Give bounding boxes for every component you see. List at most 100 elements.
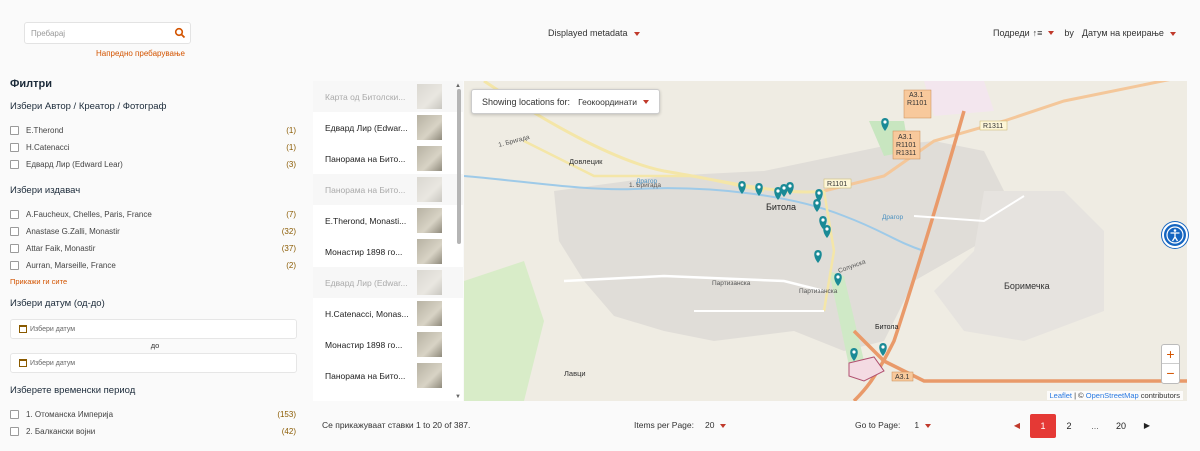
- results-summary: Се прикажуваат ставки 1 to 20 of 387.: [322, 420, 471, 430]
- filters-title: Филтри: [10, 78, 53, 90]
- map-label-r1101-top: R1101: [907, 100, 927, 107]
- map-label-r1311-mid: R1311: [896, 150, 916, 157]
- map-label-lavci: Лавци: [564, 369, 586, 378]
- advanced-search-link[interactable]: Напредно пребарување: [96, 49, 185, 58]
- locations-label: Showing locations for:: [482, 96, 571, 107]
- accessibility-button[interactable]: [1162, 222, 1188, 248]
- checkbox[interactable]: [10, 160, 19, 169]
- map-label-a3-mid: A3.1: [898, 134, 913, 141]
- filter-item[interactable]: Aurran, Marseille, France (2): [10, 257, 300, 274]
- items-per-page-dropdown[interactable]: 20: [705, 420, 727, 430]
- map-label-city2: Битола: [875, 324, 898, 331]
- map-label-partizanska2: Партизанска: [799, 288, 838, 295]
- checkbox[interactable]: [10, 143, 19, 152]
- page-button[interactable]: 20: [1108, 414, 1134, 438]
- prev-page-icon[interactable]: ◀: [1004, 414, 1030, 438]
- caret-down-icon: [925, 423, 932, 428]
- page-button-active[interactable]: 1: [1030, 414, 1056, 438]
- list-item[interactable]: Карта од Битолски...: [313, 81, 463, 112]
- filter-item[interactable]: 2. Балкански војни (42): [10, 423, 300, 440]
- next-page-icon[interactable]: ▶: [1134, 414, 1160, 438]
- list-item[interactable]: Панорама на Бито...: [313, 143, 463, 174]
- list-item[interactable]: Едвард Лир (Edwar...: [313, 112, 463, 143]
- thumbnail: [417, 84, 442, 109]
- filter-group-date: Избери датум (од-до) Избери датум до Изб…: [10, 298, 300, 373]
- filter-item[interactable]: Attar Faik, Monastir (37): [10, 240, 300, 257]
- filter-group-title: Изберете временски период: [10, 385, 136, 396]
- filter-item[interactable]: Едвард Лир (Edward Lear) (3): [10, 156, 300, 173]
- osm-link[interactable]: OpenStreetMap: [1086, 391, 1139, 400]
- thumbnail: [417, 115, 442, 140]
- list-item[interactable]: Панорама на Бито...: [313, 360, 463, 391]
- thumbnail: [417, 208, 442, 233]
- map-label-borimechka: Боримечка: [1004, 281, 1050, 291]
- sort-arrows-icon: ↑≡: [1032, 28, 1043, 38]
- thumbnail: [417, 270, 442, 295]
- filter-group-author: Избери Автор / Креатор / Фотограф E.Ther…: [10, 101, 300, 173]
- map-attribution: Leaflet | © OpenStreetMap contributors: [1046, 391, 1183, 400]
- map-label-a3-top: A3.1: [909, 92, 924, 99]
- displayed-metadata-dropdown[interactable]: Displayed metadata: [548, 28, 640, 38]
- list-scrollbar[interactable]: [457, 89, 461, 244]
- filter-item[interactable]: A.Faucheux, Chelles, Paris, France (7): [10, 206, 300, 223]
- filter-item[interactable]: H.Catenacci (1): [10, 139, 300, 156]
- show-all-link[interactable]: Прикажи ги сите: [10, 277, 300, 286]
- search-input[interactable]: [25, 23, 165, 43]
- list-item[interactable]: Монастир 1898 го...: [313, 236, 463, 267]
- map[interactable]: A3.1 R1101 A3.1 R1101 R1311 R1311 R1101 …: [464, 81, 1187, 401]
- scroll-down-icon[interactable]: ▼: [455, 394, 461, 400]
- sort-field-dropdown[interactable]: Датум на креирање: [1082, 28, 1176, 38]
- filter-group-title: Избери Автор / Креатор / Фотограф: [10, 101, 167, 112]
- date-range-separator: до: [150, 341, 160, 350]
- zoom-out-button[interactable]: −: [1162, 364, 1179, 383]
- thumbnail: [417, 332, 442, 357]
- filter-group-title: Избери издавач: [10, 185, 81, 196]
- map-label-city: Битола: [766, 202, 796, 212]
- accessibility-icon: [1166, 226, 1184, 244]
- caret-down-icon[interactable]: [1048, 31, 1055, 35]
- list-item[interactable]: Едвард Лир (Edwar...: [313, 267, 463, 298]
- filter-group-publisher: Избери издавач A.Faucheux, Chelles, Pari…: [10, 185, 300, 286]
- caret-down-icon: [642, 100, 649, 105]
- map-label-dragor1: Драгор: [636, 178, 657, 185]
- filter-item[interactable]: 1. Отоманска Империја (153): [10, 406, 300, 423]
- caret-down-icon: [720, 423, 727, 428]
- zoom-control: + −: [1161, 344, 1180, 384]
- map-label-brigada1: 1. Бригада: [498, 134, 531, 149]
- date-from-field[interactable]: Избери датум: [10, 319, 297, 339]
- go-to-page: Go to Page: 1: [855, 420, 932, 430]
- leaflet-link[interactable]: Leaflet: [1050, 391, 1073, 400]
- map-label-r1101-mid: R1101: [896, 142, 916, 149]
- filter-item[interactable]: Anastase G.Zalli, Monastir (32): [10, 223, 300, 240]
- sort-order-toggle[interactable]: Подреди ↑≡: [993, 28, 1042, 38]
- go-to-page-dropdown[interactable]: 1: [914, 420, 932, 430]
- items-per-page: Items per Page: 20: [634, 420, 727, 430]
- filter-item[interactable]: E.Therond (1): [10, 122, 300, 139]
- date-to-field[interactable]: Избери датум: [10, 353, 297, 373]
- caret-down-icon: [1169, 31, 1176, 36]
- map-label-r1311: R1311: [983, 123, 1003, 130]
- search-icon[interactable]: [174, 27, 186, 39]
- checkbox[interactable]: [10, 410, 19, 419]
- thumbnail: [417, 363, 442, 388]
- filters-panel: Филтри Избери Автор / Креатор / Фотограф…: [10, 78, 300, 451]
- checkbox[interactable]: [10, 210, 19, 219]
- list-item[interactable]: H.Catenacci, Monas...: [313, 298, 463, 329]
- pagination-ellipsis: ...: [1091, 421, 1099, 431]
- caret-down-icon: [633, 31, 640, 36]
- checkbox[interactable]: [10, 227, 19, 236]
- checkbox[interactable]: [10, 244, 19, 253]
- list-item[interactable]: E.Therond, Monasti...: [313, 205, 463, 236]
- locations-dropdown[interactable]: Геокоординати: [578, 97, 649, 107]
- zoom-in-button[interactable]: +: [1162, 345, 1179, 364]
- page-button[interactable]: 2: [1056, 414, 1082, 438]
- filter-group-period: Изберете временски период 1. Отоманска И…: [10, 385, 300, 440]
- checkbox[interactable]: [10, 126, 19, 135]
- list-item[interactable]: Монастир 1898 го...: [313, 329, 463, 360]
- displayed-metadata-label: Displayed metadata: [548, 28, 628, 38]
- map-canvas[interactable]: A3.1 R1101 A3.1 R1101 R1311 R1311 R1101 …: [464, 81, 1187, 401]
- list-item[interactable]: Панорама на Бито...: [313, 174, 463, 205]
- checkbox[interactable]: [10, 261, 19, 270]
- map-label-partizanska: Партизанска: [712, 280, 751, 287]
- checkbox[interactable]: [10, 427, 19, 436]
